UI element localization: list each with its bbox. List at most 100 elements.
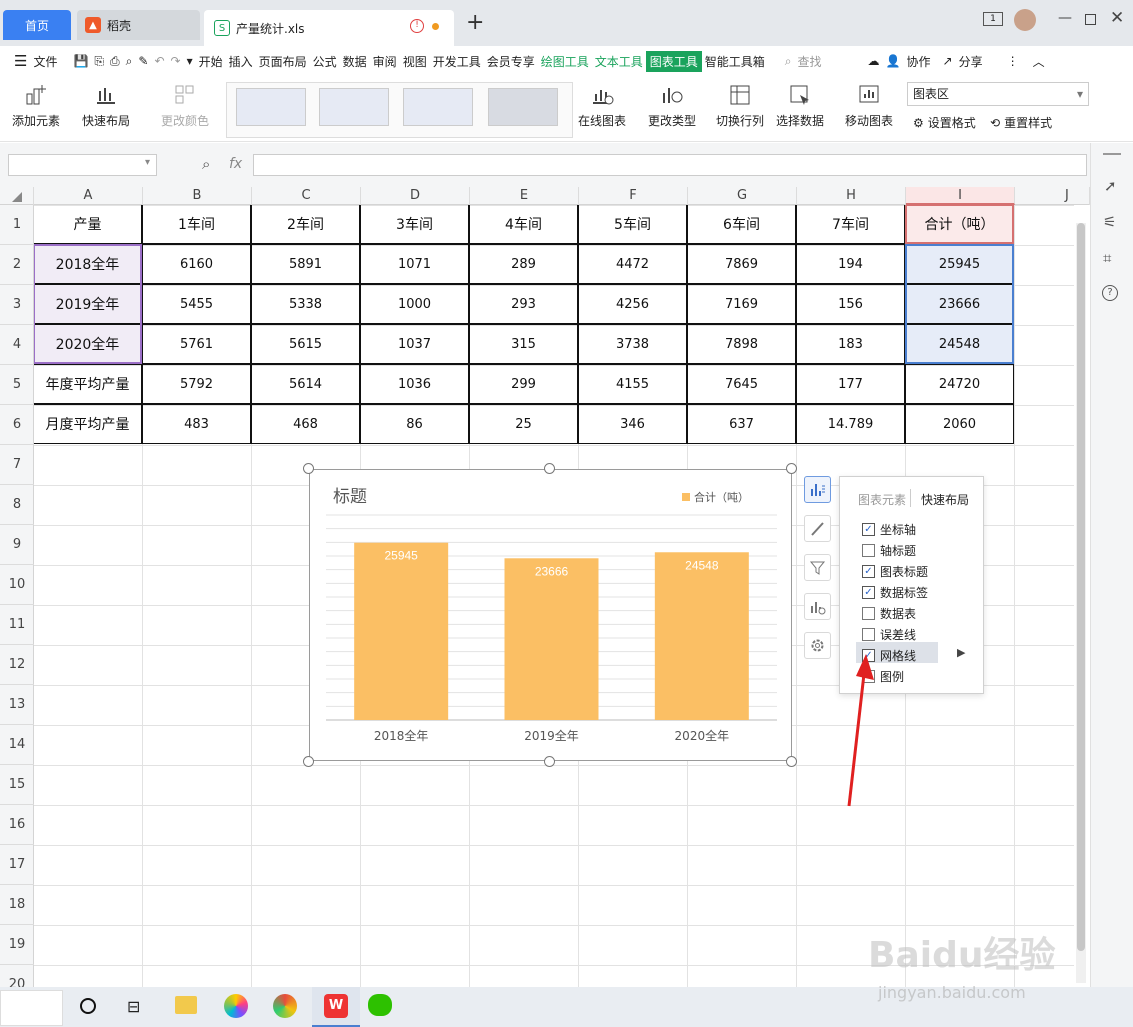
table-cell[interactable]: 299 xyxy=(469,364,578,404)
row-header[interactable]: 1 xyxy=(0,205,34,245)
row-header[interactable]: 10 xyxy=(0,565,34,605)
table-cell[interactable]: 5338 xyxy=(251,284,360,324)
checkbox-row[interactable]: ✓ 坐标轴 xyxy=(862,521,916,538)
browser-icon[interactable] xyxy=(273,994,297,1018)
tab-daoke[interactable]: ▲ 稻壳 xyxy=(77,10,200,40)
resize-handle[interactable] xyxy=(786,756,797,767)
checkbox-checked-icon[interactable]: ✓ xyxy=(862,565,875,578)
minimize-icon[interactable]: — xyxy=(1058,10,1072,26)
header-cell[interactable]: 6车间 xyxy=(687,205,796,244)
table-cell[interactable]: 4256 xyxy=(578,284,687,324)
table-cell[interactable]: 2019全年 xyxy=(34,284,142,324)
chart-elements-button[interactable] xyxy=(804,476,831,503)
save-icon[interactable]: 💾 xyxy=(70,54,91,68)
header-cell[interactable]: 合计（吨） xyxy=(905,205,1014,244)
change-color-button[interactable]: 更改颜色 xyxy=(161,82,209,129)
chart-filter-button[interactable] xyxy=(804,554,831,581)
table-cell[interactable]: 25 xyxy=(469,404,578,444)
checkbox-checked-icon[interactable]: ✓ xyxy=(862,523,875,536)
table-cell[interactable]: 156 xyxy=(796,284,905,324)
wps-taskbar-button[interactable]: W xyxy=(312,987,360,1027)
select-data-button[interactable]: 选择数据 xyxy=(776,82,824,129)
formula-input[interactable] xyxy=(253,154,1087,176)
menu-data[interactable]: 数据 xyxy=(340,53,370,70)
table-cell[interactable]: 183 xyxy=(796,324,905,364)
quick-layout-button[interactable]: 快速布局 xyxy=(82,82,130,129)
column-header[interactable]: G xyxy=(688,187,797,205)
resize-handle[interactable] xyxy=(544,463,555,474)
table-cell[interactable]: 7898 xyxy=(687,324,796,364)
window-count-icon[interactable]: 1 xyxy=(983,12,1003,26)
maximize-icon[interactable] xyxy=(1085,14,1096,25)
chart-style-button[interactable] xyxy=(804,515,831,542)
column-header[interactable]: F xyxy=(579,187,688,205)
table-cell[interactable]: 289 xyxy=(469,244,578,284)
share-button[interactable]: 分享 xyxy=(956,53,986,70)
column-header[interactable]: E xyxy=(470,187,579,205)
file-explorer-icon[interactable] xyxy=(175,996,197,1014)
taskbar-search[interactable] xyxy=(0,990,63,1026)
preview-icon[interactable]: ⌕ xyxy=(123,54,136,69)
resize-handle[interactable] xyxy=(303,463,314,474)
change-type-button[interactable]: 更改类型 xyxy=(648,82,696,129)
menu-file[interactable]: 文件 xyxy=(30,53,60,70)
column-header[interactable]: D xyxy=(361,187,470,205)
add-element-button[interactable]: 添加元素 xyxy=(12,82,60,129)
menu-start[interactable]: 开始 xyxy=(196,53,226,70)
chart-object[interactable]: 标题 合计（吨） 25945 2018全年 23666 2019全年 24548 2020… xyxy=(309,469,792,761)
reset-style-button[interactable]: ⟲ 重置样式 xyxy=(990,114,1052,131)
row-header[interactable]: 19 xyxy=(0,925,34,965)
row-header[interactable]: 18 xyxy=(0,885,34,925)
table-cell[interactable]: 7869 xyxy=(687,244,796,284)
row-header[interactable]: 8 xyxy=(0,485,34,525)
checkbox-row[interactable]: 误差线 xyxy=(862,626,916,643)
search-icon[interactable]: ⌕ xyxy=(782,54,795,69)
undo-icon[interactable]: ↶ xyxy=(151,54,167,68)
row-header[interactable]: 5 xyxy=(0,365,34,405)
table-cell[interactable]: 293 xyxy=(469,284,578,324)
row-header[interactable]: 14 xyxy=(0,725,34,765)
checkbox-row[interactable]: ✓ 图表标题 xyxy=(862,563,928,580)
row-header[interactable]: 7 xyxy=(0,445,34,485)
header-cell[interactable]: 5车间 xyxy=(578,205,687,244)
menu-insert[interactable]: 插入 xyxy=(226,53,256,70)
move-chart-button[interactable]: 移动图表 xyxy=(845,82,893,129)
checkbox-row[interactable]: ✓ 数据标签 xyxy=(862,584,928,601)
row-header[interactable]: 16 xyxy=(0,805,34,845)
cursor-icon[interactable]: ➚ xyxy=(1104,177,1117,195)
column-header[interactable]: J xyxy=(1015,187,1090,205)
collapse-ribbon-icon[interactable]: ︿ xyxy=(1030,53,1048,70)
checkbox-empty-icon[interactable] xyxy=(862,628,875,641)
switch-row-col-button[interactable]: 切换行列 xyxy=(716,82,764,129)
checkbox-checked-icon[interactable]: ✓ xyxy=(862,586,875,599)
header-cell[interactable]: 4车间 xyxy=(469,205,578,244)
table-cell[interactable]: 2060 xyxy=(905,404,1014,444)
table-cell[interactable]: 315 xyxy=(469,324,578,364)
column-header[interactable]: I xyxy=(906,187,1015,205)
row-header[interactable]: 2 xyxy=(0,245,34,285)
table-cell[interactable]: 7645 xyxy=(687,364,796,404)
zoom-icon[interactable]: ⌕ xyxy=(202,155,210,173)
tab-file[interactable]: S 产量统计.xls ! xyxy=(204,10,454,46)
table-cell[interactable]: 3738 xyxy=(578,324,687,364)
table-cell[interactable]: 5614 xyxy=(251,364,360,404)
row-header[interactable]: 12 xyxy=(0,645,34,685)
table-cell[interactable]: 637 xyxy=(687,404,796,444)
table-cell[interactable]: 177 xyxy=(796,364,905,404)
table-cell[interactable]: 2018全年 xyxy=(34,244,142,284)
table-cell[interactable]: 1000 xyxy=(360,284,469,324)
sliders-icon[interactable]: ⚟ xyxy=(1103,213,1116,231)
app-launcher-icon[interactable] xyxy=(224,994,248,1018)
menu-page-layout[interactable]: 页面布局 xyxy=(256,53,310,70)
more-icon[interactable]: ⋮ xyxy=(1004,54,1022,68)
resize-handle[interactable] xyxy=(544,756,555,767)
online-chart-side-button[interactable] xyxy=(804,593,831,620)
cortana-icon[interactable] xyxy=(80,998,96,1014)
menu-text-tools[interactable]: 文本工具 xyxy=(592,53,646,70)
table-cell[interactable]: 14.789 xyxy=(796,404,905,444)
header-cell[interactable]: 7车间 xyxy=(796,205,905,244)
crop-icon[interactable]: ⌗ xyxy=(1103,249,1111,267)
table-cell[interactable]: 194 xyxy=(796,244,905,284)
set-format-button[interactable]: ⚙ 设置格式 xyxy=(913,114,976,131)
table-cell[interactable]: 483 xyxy=(142,404,251,444)
